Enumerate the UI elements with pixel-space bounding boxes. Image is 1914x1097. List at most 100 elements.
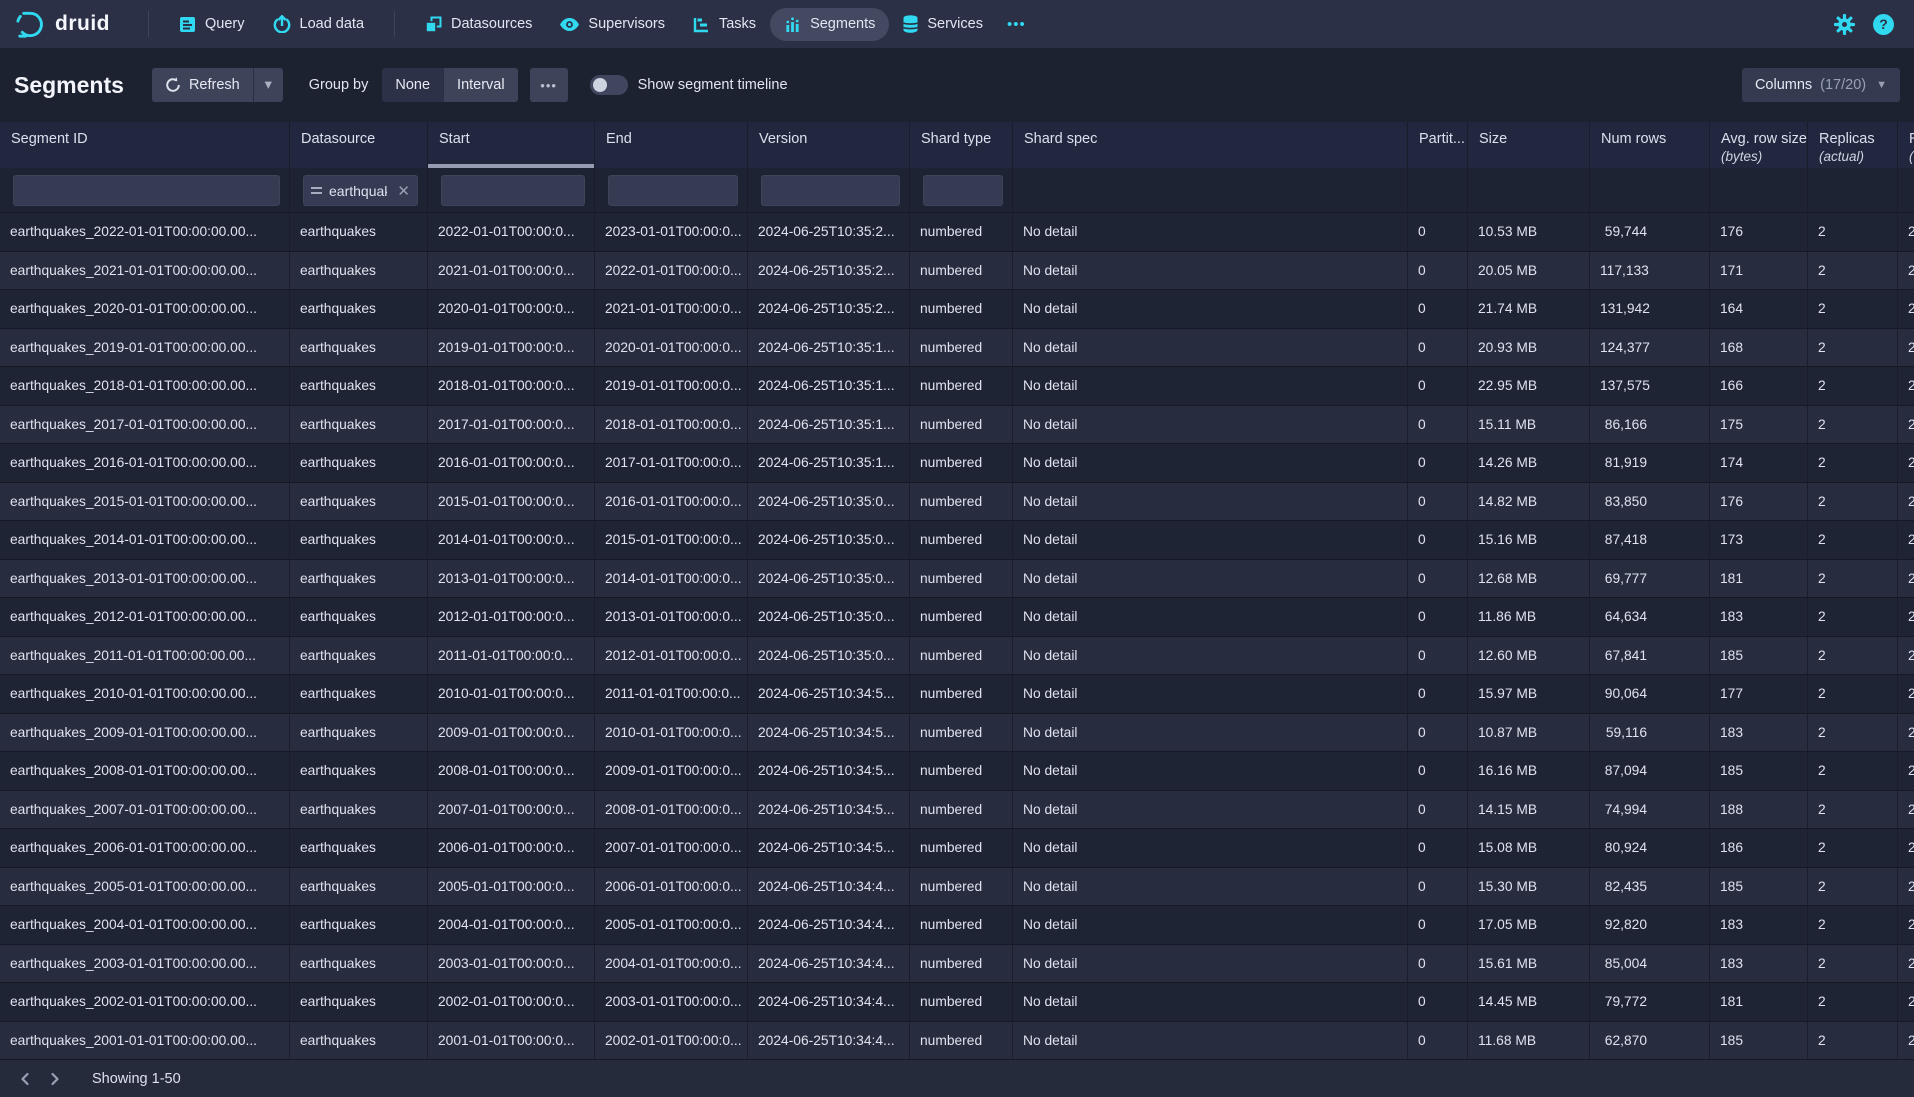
cell-shard_type: numbered (910, 329, 1013, 367)
table-row[interactable]: earthquakes_2020-01-01T00:00:00.00...ear… (0, 290, 1914, 329)
table-row[interactable]: earthquakes_2001-01-01T00:00:00.00...ear… (0, 1022, 1914, 1061)
nav-item-segments[interactable]: Segments (770, 8, 889, 41)
end-filter-input[interactable] (608, 175, 738, 206)
group-by-none-button[interactable]: None (382, 68, 443, 102)
druid-logo[interactable]: druid (14, 8, 110, 40)
showing-range-label: Showing 1-50 (92, 1071, 181, 1087)
header-datasource[interactable]: Datasource (290, 122, 428, 168)
table-row[interactable]: earthquakes_2015-01-01T00:00:00.00...ear… (0, 483, 1914, 522)
cell-start: 2013-01-01T00:00:0... (428, 560, 595, 598)
table-row[interactable]: earthquakes_2007-01-01T00:00:00.00...ear… (0, 791, 1914, 830)
cell-version: 2024-06-25T10:35:0... (748, 598, 910, 636)
toolbar-more-button[interactable]: ••• (530, 68, 568, 102)
cell-shard_spec: No detail (1013, 1022, 1408, 1060)
table-row[interactable]: earthquakes_2011-01-01T00:00:00.00...ear… (0, 637, 1914, 676)
cell-num_rows: 85,004 (1590, 945, 1710, 983)
header-shard-spec[interactable]: Shard spec (1013, 122, 1408, 168)
navbar-divider (394, 11, 395, 37)
table-row[interactable]: earthquakes_2009-01-01T00:00:00.00...ear… (0, 714, 1914, 753)
cell-partition: 0 (1408, 675, 1468, 713)
cell-shard_type: numbered (910, 791, 1013, 829)
table-row[interactable]: earthquakes_2021-01-01T00:00:00.00...ear… (0, 252, 1914, 291)
cell-avg_row_size: 188 (1710, 791, 1808, 829)
cell-replicated: 2 (1898, 560, 1914, 598)
cell-avg_row_size: 185 (1710, 752, 1808, 790)
header-version[interactable]: Version (748, 122, 910, 168)
header-segment-id[interactable]: Segment ID (0, 122, 290, 168)
table-row[interactable]: earthquakes_2010-01-01T00:00:00.00...ear… (0, 675, 1914, 714)
table-row[interactable]: earthquakes_2008-01-01T00:00:00.00...ear… (0, 752, 1914, 791)
cell-replicas: 2 (1808, 945, 1898, 983)
table-row[interactable]: earthquakes_2017-01-01T00:00:00.00...ear… (0, 406, 1914, 445)
nav-item-load-data[interactable]: Load data (259, 7, 379, 41)
nav-item-query[interactable]: Query (165, 8, 259, 41)
settings-gear-icon[interactable] (1834, 14, 1855, 35)
table-row[interactable]: earthquakes_2019-01-01T00:00:00.00...ear… (0, 329, 1914, 368)
previous-page-button[interactable] (10, 1064, 40, 1094)
shard-type-filter-input[interactable] (923, 175, 1003, 206)
header-shard-type[interactable]: Shard type (910, 122, 1013, 168)
header-partition[interactable]: Partit... (1408, 122, 1468, 168)
header-start[interactable]: Start (428, 122, 595, 168)
columns-button[interactable]: Columns (17/20) ▼ (1742, 68, 1900, 102)
cell-shard_type: numbered (910, 983, 1013, 1021)
refresh-icon (165, 77, 181, 93)
header-end[interactable]: End (595, 122, 748, 168)
table-row[interactable]: earthquakes_2016-01-01T00:00:00.00...ear… (0, 444, 1914, 483)
table-row[interactable]: earthquakes_2006-01-01T00:00:00.00...ear… (0, 829, 1914, 868)
help-icon[interactable]: ? (1873, 14, 1894, 35)
cell-end: 2009-01-01T00:00:0... (595, 752, 748, 790)
next-page-button[interactable] (40, 1064, 70, 1094)
table-row[interactable]: earthquakes_2022-01-01T00:00:00.00...ear… (0, 213, 1914, 252)
nav-item-services[interactable]: Services (889, 7, 997, 41)
cell-datasource: earthquakes (290, 752, 428, 790)
nav-item-datasources[interactable]: Datasources (411, 8, 546, 41)
cell-shard_spec: No detail (1013, 675, 1408, 713)
table-row[interactable]: earthquakes_2018-01-01T00:00:00.00...ear… (0, 367, 1914, 406)
table-row[interactable]: earthquakes_2005-01-01T00:00:00.00...ear… (0, 868, 1914, 907)
nav-more-icon[interactable]: ••• (997, 8, 1036, 41)
cell-shard_type: numbered (910, 367, 1013, 405)
cell-version: 2024-06-25T10:34:5... (748, 675, 910, 713)
cell-replicated: 2 (1898, 791, 1914, 829)
cell-datasource: earthquakes (290, 983, 428, 1021)
table-row[interactable]: earthquakes_2003-01-01T00:00:00.00...ear… (0, 945, 1914, 984)
table-row[interactable]: earthquakes_2012-01-01T00:00:00.00...ear… (0, 598, 1914, 637)
tasks-icon (693, 16, 710, 33)
clear-filter-icon[interactable]: ✕ (397, 182, 410, 200)
nav-item-tasks[interactable]: Tasks (679, 8, 770, 41)
header-replicated[interactable]: R( (1898, 122, 1914, 168)
header-size[interactable]: Size (1468, 122, 1590, 168)
refresh-caret-button[interactable]: ▾ (253, 68, 283, 102)
datasource-filter-input[interactable]: earthquake ✕ (303, 175, 418, 206)
header-num-rows[interactable]: Num rows (1590, 122, 1710, 168)
table-row[interactable]: earthquakes_2002-01-01T00:00:00.00...ear… (0, 983, 1914, 1022)
cell-replicated: 2 (1898, 714, 1914, 752)
table-row[interactable]: earthquakes_2014-01-01T00:00:00.00...ear… (0, 521, 1914, 560)
cell-avg_row_size: 171 (1710, 252, 1808, 290)
cell-datasource: earthquakes (290, 252, 428, 290)
nav-item-supervisors[interactable]: Supervisors (546, 8, 679, 40)
cell-partition: 0 (1408, 444, 1468, 482)
refresh-button[interactable]: Refresh (152, 68, 253, 102)
version-filter-input[interactable] (761, 175, 900, 206)
cell-shard_type: numbered (910, 829, 1013, 867)
cell-replicated: 2 (1898, 752, 1914, 790)
table-row[interactable]: earthquakes_2013-01-01T00:00:00.00...ear… (0, 560, 1914, 599)
cell-version: 2024-06-25T10:34:4... (748, 945, 910, 983)
header-replicas[interactable]: Replicas(actual) (1808, 122, 1898, 168)
cell-partition: 0 (1408, 290, 1468, 328)
group-by-interval-button[interactable]: Interval (443, 68, 518, 102)
start-filter-input[interactable] (441, 175, 585, 206)
cell-version: 2024-06-25T10:34:5... (748, 714, 910, 752)
table-row[interactable]: earthquakes_2004-01-01T00:00:00.00...ear… (0, 906, 1914, 945)
segment-timeline-toggle[interactable] (590, 75, 628, 95)
header-avg-row-size[interactable]: Avg. row size(bytes) (1710, 122, 1808, 168)
cell-shard_type: numbered (910, 675, 1013, 713)
cell-segment_id: earthquakes_2013-01-01T00:00:00.00... (0, 560, 290, 598)
cell-datasource: earthquakes (290, 483, 428, 521)
cell-num_rows: 117,133 (1590, 252, 1710, 290)
cell-replicas: 2 (1808, 868, 1898, 906)
segment-id-filter-input[interactable] (13, 175, 280, 206)
cell-size: 11.86 MB (1468, 598, 1590, 636)
